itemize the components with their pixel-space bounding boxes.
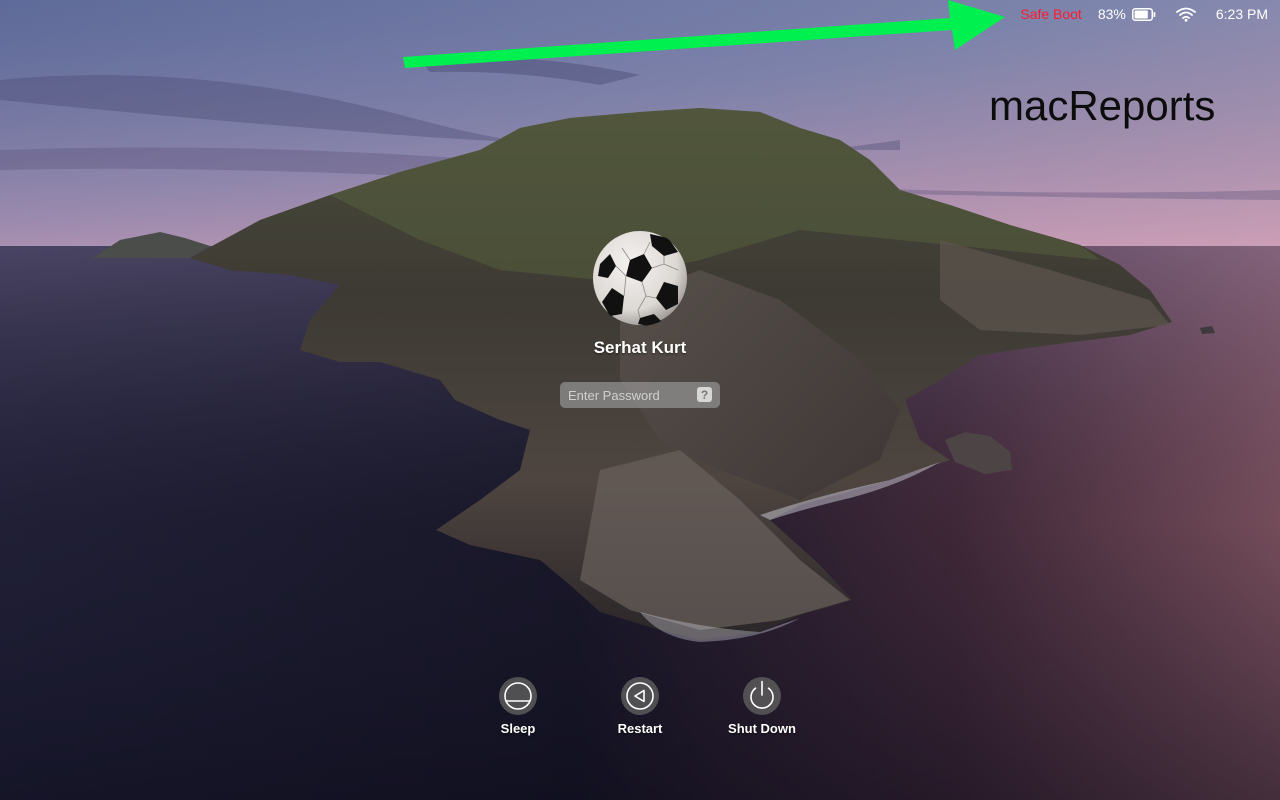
- power-icon: [750, 680, 774, 709]
- clock[interactable]: 6:23 PM: [1216, 6, 1268, 22]
- password-field-container: ?: [560, 382, 720, 408]
- watermark-logo: macReports: [989, 82, 1216, 129]
- sleep-label: Sleep: [500, 721, 536, 736]
- battery-icon[interactable]: [1131, 7, 1156, 21]
- user-name: Serhat Kurt: [593, 338, 687, 357]
- restart-icon: [626, 682, 654, 710]
- user-avatar[interactable]: [592, 230, 688, 326]
- password-hint-button[interactable]: ?: [697, 387, 712, 402]
- sleep-icon: [504, 682, 532, 710]
- restart-label: Restart: [617, 721, 663, 736]
- restart-button[interactable]: Restart: [585, 677, 695, 736]
- shut-down-button[interactable]: Shut Down: [707, 677, 817, 736]
- menu-bar: Safe Boot 83% 6:23 PM: [0, 0, 1280, 28]
- shut-down-label: Shut Down: [728, 721, 796, 736]
- login-panel: Serhat Kurt ?: [0, 230, 1280, 408]
- battery-percentage: 83%: [1097, 6, 1126, 22]
- soccer-ball-icon: [593, 231, 687, 326]
- password-input[interactable]: [568, 387, 688, 403]
- power-actions: Sleep Restart Shut Down: [0, 677, 1280, 747]
- wifi-icon[interactable]: [1175, 7, 1196, 22]
- sleep-button[interactable]: Sleep: [463, 677, 573, 736]
- safe-boot-indicator: Safe Boot: [1020, 6, 1082, 22]
